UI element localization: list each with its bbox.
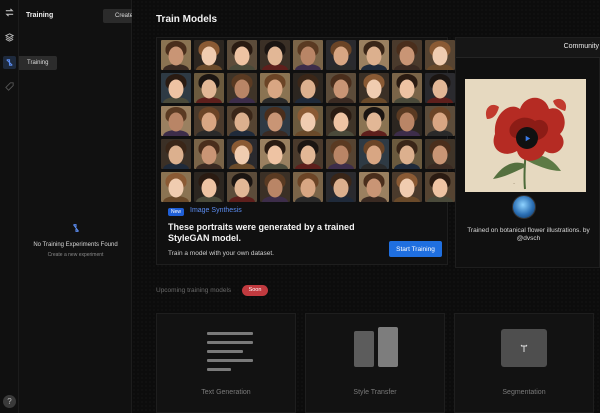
- avatar[interactable]: [512, 195, 536, 219]
- portrait-tile: [260, 106, 290, 136]
- text-lines-icon: [207, 332, 253, 377]
- training-sidebar: Training Create Training No Training Exp…: [19, 0, 145, 413]
- portrait-tile: [425, 73, 455, 103]
- portrait-tile: [293, 73, 323, 103]
- layers-icon[interactable]: [3, 31, 16, 44]
- card-text-generation[interactable]: Text Generation: [156, 313, 296, 413]
- portrait-tile: [359, 172, 389, 202]
- portrait-tile: [425, 40, 455, 70]
- portrait-tile: [392, 73, 422, 103]
- community-tab[interactable]: Community: [456, 38, 600, 58]
- play-icon[interactable]: [516, 127, 538, 149]
- sidebar-title: Training: [26, 12, 54, 19]
- portrait-tile: [161, 40, 191, 70]
- empty-state: No Training Experiments Found Create a n…: [19, 220, 132, 258]
- card-label: Segmentation: [502, 389, 546, 396]
- sidebar-item-training[interactable]: Training: [19, 56, 57, 70]
- portrait-tile: [161, 172, 191, 202]
- portrait-tile: [194, 139, 224, 169]
- portrait-tile: [326, 73, 356, 103]
- portrait-tile: [227, 139, 257, 169]
- portrait-tile: [227, 40, 257, 70]
- style-panel-a-icon: [354, 331, 374, 367]
- portrait-tile: [392, 172, 422, 202]
- swap-icon[interactable]: [3, 6, 16, 19]
- hero-subtext: Train a model with your own dataset.: [168, 250, 274, 257]
- portrait-tile: [326, 139, 356, 169]
- empty-subtitle[interactable]: Create a new experiment: [19, 252, 132, 258]
- start-training-button[interactable]: Start Training: [389, 241, 442, 257]
- experiment-icon: [71, 220, 81, 232]
- portrait-tile: [425, 106, 455, 136]
- portrait-tile: [425, 172, 455, 202]
- empty-title: No Training Experiments Found: [33, 242, 118, 248]
- portrait-tile: [359, 40, 389, 70]
- portrait-tile: [425, 139, 455, 169]
- portrait-tile: [326, 40, 356, 70]
- portrait-tile: [326, 106, 356, 136]
- card-style-transfer[interactable]: Style Transfer: [305, 313, 445, 413]
- portrait-tile: [392, 106, 422, 136]
- portrait-tile: [260, 73, 290, 103]
- page-title: Train Models: [156, 14, 218, 25]
- portrait-tile: [293, 106, 323, 136]
- portrait-tile: [359, 139, 389, 169]
- card-label: Style Transfer: [353, 389, 397, 396]
- hero-card: New Image Synthesis These portraits were…: [156, 37, 455, 265]
- card-segmentation[interactable]: Segmentation: [454, 313, 594, 413]
- portrait-tile: [326, 172, 356, 202]
- new-badge: New: [168, 208, 185, 216]
- soon-badge: Soon: [242, 285, 268, 296]
- portrait-tile: [260, 172, 290, 202]
- portrait-tile: [227, 106, 257, 136]
- portrait-tile: [194, 172, 224, 202]
- portrait-tile: [293, 40, 323, 70]
- community-caption: Trained on botanical flower illustration…: [467, 227, 590, 242]
- portrait-tile: [194, 40, 224, 70]
- portrait-tile: [392, 40, 422, 70]
- card-label: Text Generation: [201, 389, 251, 396]
- help-icon[interactable]: ?: [3, 395, 16, 408]
- portrait-tile: [161, 73, 191, 103]
- flower-illustration[interactable]: ~: [465, 79, 586, 192]
- portrait-tile: [227, 172, 257, 202]
- icon-rail: ?: [0, 0, 19, 413]
- portrait-tile: [293, 139, 323, 169]
- training-icon[interactable]: [3, 56, 16, 69]
- style-panel-b-icon: [378, 327, 398, 367]
- portrait-grid: [161, 40, 455, 202]
- portrait-tile: [194, 73, 224, 103]
- portrait-tile: [359, 73, 389, 103]
- hero-headline: These portraits were generated by a trai…: [168, 222, 355, 243]
- portrait-tile: [359, 106, 389, 136]
- community-card: Community ~ Trained on botanical flower …: [455, 37, 600, 268]
- portrait-tile: [293, 172, 323, 202]
- portrait-tile: [260, 139, 290, 169]
- tag-icon[interactable]: [3, 80, 16, 93]
- upcoming-label: Upcoming training models: [156, 287, 232, 294]
- portrait-tile: [227, 73, 257, 103]
- segmentation-icon: [501, 329, 547, 367]
- portrait-tile: [260, 40, 290, 70]
- portrait-tile: [194, 106, 224, 136]
- portrait-tile: [161, 139, 191, 169]
- portrait-tile: [161, 106, 191, 136]
- main-content: Train Models New Image Synthesis These p…: [132, 0, 600, 413]
- upcoming-cards: Text Generation Style Transfer Segmentat…: [156, 313, 600, 413]
- portrait-tile: [392, 139, 422, 169]
- hero-tag[interactable]: Image Synthesis: [190, 207, 242, 214]
- community-tab-label: Community: [563, 43, 599, 50]
